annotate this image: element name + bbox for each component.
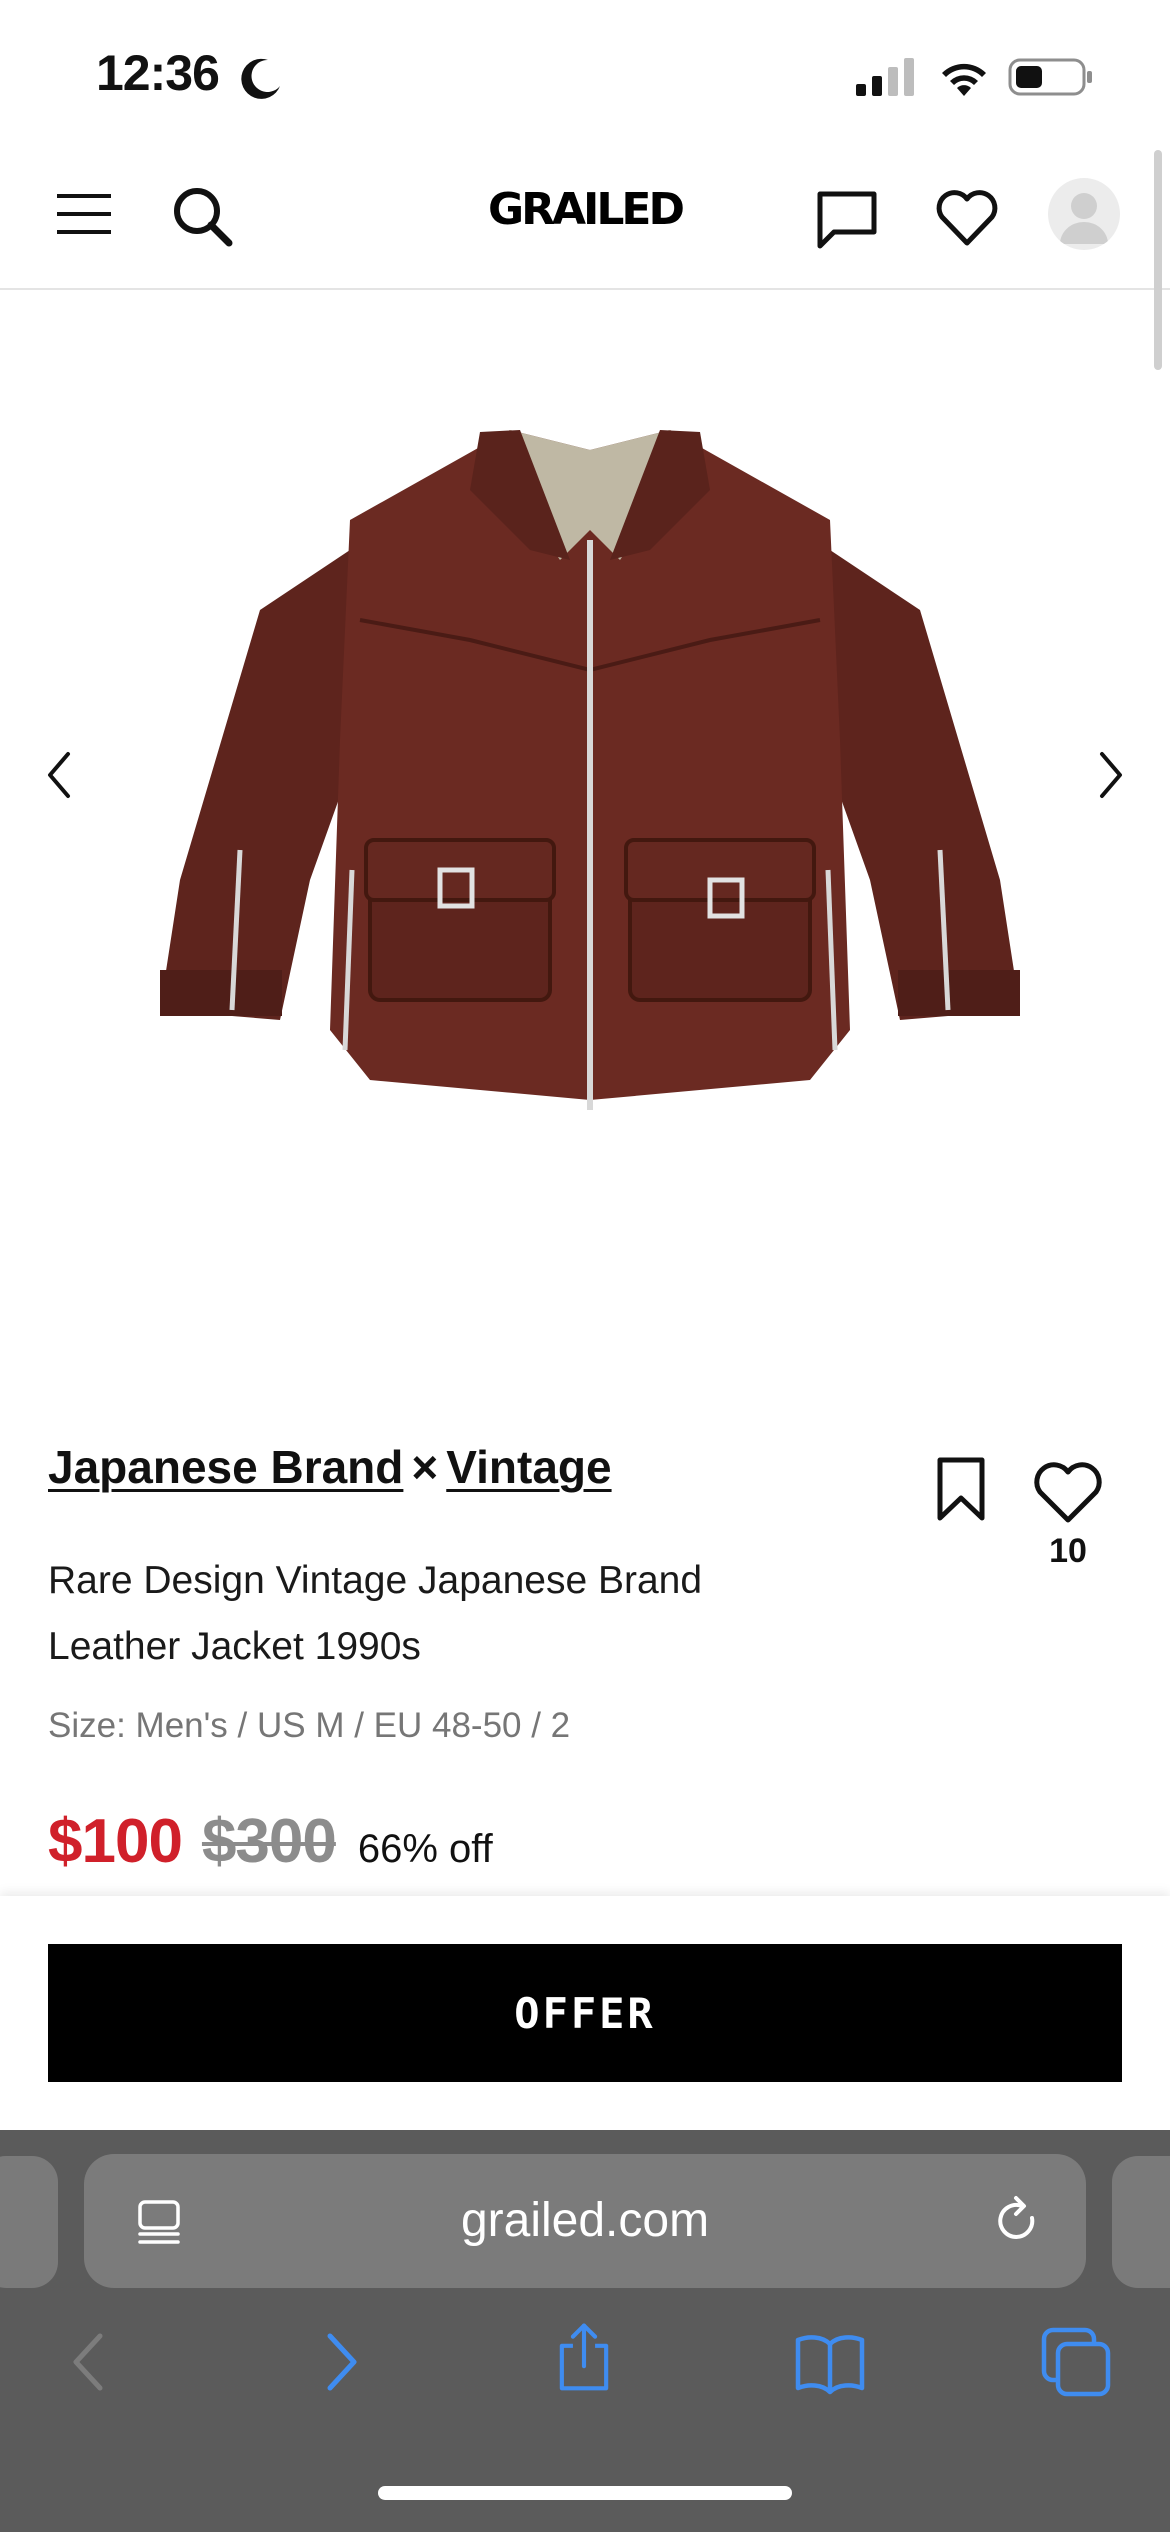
price-original: $300 [201, 1807, 337, 1876]
wifi-icon [942, 63, 986, 96]
offer-button[interactable]: OFFER [48, 1944, 1122, 2082]
product-gallery[interactable] [0, 290, 1170, 1350]
designer-link-vintage[interactable]: Vintage [446, 1441, 611, 1493]
menu-button[interactable] [50, 180, 118, 248]
designer-link-japanese-brand[interactable]: Japanese Brand [48, 1441, 403, 1493]
site-header: GRAILED [0, 140, 1170, 290]
product-title: Rare Design Vintage Japanese Brand Leath… [48, 1559, 703, 1668]
grailed-logo[interactable]: GRAILED [480, 184, 690, 244]
forward-icon[interactable] [304, 2326, 376, 2398]
moon-icon [241, 58, 280, 99]
share-icon[interactable] [548, 2320, 620, 2392]
home-indicator[interactable] [378, 2486, 792, 2500]
heart-icon [936, 190, 998, 246]
like-heart-icon[interactable] [1032, 1460, 1104, 1526]
signal-icon [856, 58, 914, 96]
safari-toolbar: grailed.com [0, 2130, 1170, 2532]
product-size: Size: Men's / US M / EU 48-50 / 2 [48, 1706, 571, 1745]
bookmarks-icon[interactable] [794, 2326, 866, 2398]
avatar-icon [1060, 193, 1108, 244]
chat-icon [817, 191, 877, 249]
back-icon[interactable] [54, 2326, 126, 2398]
battery-icon [1008, 58, 1092, 96]
price-current: $100 [48, 1807, 183, 1876]
designer-separator: × [411, 1441, 439, 1493]
tabs-icon[interactable] [1040, 2326, 1112, 2398]
address-text[interactable]: grailed.com [84, 2154, 1086, 2288]
search-button[interactable] [166, 180, 238, 252]
like-count: 10 [1049, 1532, 1087, 1570]
search-icon [174, 188, 233, 247]
favorites-button[interactable] [928, 178, 1006, 256]
menu-icon [57, 194, 111, 234]
chevron-right-icon[interactable] [1080, 740, 1140, 810]
status-time: 12:36 [96, 45, 220, 101]
price-row: $100 $300 66% off [48, 1806, 493, 1876]
offer-bar: OFFER [0, 1896, 1170, 2130]
next-tab-preview[interactable] [1112, 2156, 1170, 2288]
chevron-left-icon[interactable] [30, 740, 90, 810]
designer-links: Japanese Brand × Vintage [48, 1440, 612, 1494]
price-discount: 66% off [357, 1827, 493, 1871]
product-image[interactable] [140, 410, 1040, 1210]
avatar[interactable] [1048, 178, 1120, 250]
bookmark-icon[interactable] [930, 1456, 992, 1522]
address-bar[interactable]: grailed.com [84, 2154, 1086, 2288]
reload-icon[interactable] [990, 2194, 1044, 2248]
previous-tab-preview[interactable] [0, 2156, 58, 2288]
messages-button[interactable] [808, 180, 886, 258]
status-bar: 12:36 [0, 0, 1170, 140]
